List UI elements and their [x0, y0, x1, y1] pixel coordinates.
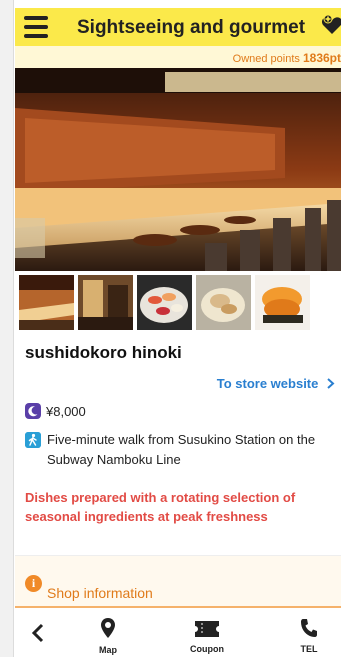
price-row: ¥8,000 [25, 403, 86, 419]
store-name: sushidokoro hinoki [25, 343, 182, 362]
shop-information-header[interactable]: i Shop information [15, 556, 341, 606]
shop-information-label: Shop information [47, 585, 153, 601]
coupon-ticket-icon [195, 621, 219, 637]
dinner-price: ¥8,000 [46, 403, 86, 419]
dinner-moon-icon [25, 403, 41, 419]
tab-coupon[interactable]: Coupon [185, 608, 229, 657]
thumbnail-uni[interactable] [255, 275, 310, 330]
store-hero-photo[interactable] [15, 68, 341, 271]
info-icon: i [25, 575, 42, 592]
points-value: 1836pt [302, 51, 341, 65]
thumbnail-dish[interactable] [196, 275, 251, 330]
store-website-link[interactable]: To store website [217, 376, 335, 391]
tab-tel-label: TEL [300, 644, 318, 654]
store-website-label: To store website [216, 376, 319, 391]
store-description: Dishes prepared with a rotating selectio… [25, 490, 296, 524]
walking-person-icon [25, 432, 41, 448]
thumbnail-private-room[interactable] [78, 275, 133, 330]
tab-tel[interactable]: TEL [294, 608, 324, 657]
chevron-right-icon [327, 378, 335, 389]
access-row: Five-minute walk from Susukino Station o… [25, 430, 341, 470]
tab-coupon-label: Coupon [190, 644, 224, 654]
access-description: Five-minute walk from Susukino Station o… [47, 432, 316, 467]
chevron-left-icon [31, 623, 44, 643]
browser-frame-edge [0, 0, 14, 657]
points-label: Owned points [232, 53, 300, 65]
thumbnail-sushi-plate[interactable] [137, 275, 192, 330]
phone-icon [301, 619, 317, 637]
page-title: Sightseeing and gourmet [77, 17, 306, 38]
heart-plus-icon[interactable] [320, 13, 341, 37]
bottom-tab-bar: Map Coupon TEL [15, 608, 341, 657]
back-button[interactable] [23, 608, 53, 657]
map-pin-icon [101, 618, 115, 638]
app-screen: Sightseeing and gourmet Owned points 183… [15, 0, 341, 657]
tab-map[interactable]: Map [93, 608, 123, 657]
owned-points-bar: Owned points 1836pt [15, 46, 341, 68]
photo-thumbnails [19, 275, 310, 330]
app-header: Sightseeing and gourmet [15, 8, 341, 46]
hamburger-menu-icon[interactable] [24, 16, 48, 38]
tab-map-label: Map [99, 645, 117, 655]
thumbnail-counter[interactable] [19, 275, 74, 330]
